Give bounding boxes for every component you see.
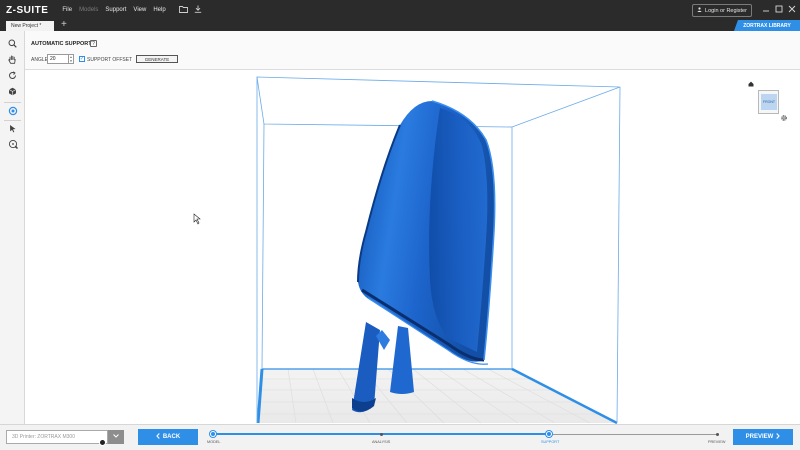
tab-new-project[interactable]: New Project * xyxy=(6,21,54,31)
step-model-label[interactable]: MODEL xyxy=(207,440,221,444)
open-folder-icon[interactable] xyxy=(178,5,188,15)
toolbar-divider xyxy=(4,102,21,103)
download-icon[interactable] xyxy=(194,5,202,15)
menu-bar: Z-SUITE File Models Support View Help Lo… xyxy=(0,0,800,20)
home-icon[interactable] xyxy=(748,81,754,89)
angle-label: ANGLE xyxy=(31,57,48,63)
angle-input[interactable] xyxy=(47,54,69,64)
back-button[interactable]: BACK xyxy=(138,429,198,445)
panel-title: AUTOMATIC SUPPORT xyxy=(31,41,92,47)
mouse-cursor xyxy=(193,213,201,225)
support-tool[interactable] xyxy=(4,105,21,119)
printer-select[interactable]: 3D Printer: ZORTRAX M300 xyxy=(6,430,108,444)
add-support-tool[interactable] xyxy=(4,138,21,152)
menu-support[interactable]: Support xyxy=(105,7,126,13)
app-logo: Z-SUITE xyxy=(6,4,49,16)
select-tool[interactable] xyxy=(4,122,21,136)
step-model-dot[interactable] xyxy=(210,431,216,437)
menu-file[interactable]: File xyxy=(62,7,72,13)
cube-icon xyxy=(8,87,17,98)
toolbar-divider xyxy=(4,120,21,121)
step-analysis-label[interactable]: ANALYSIS xyxy=(372,440,390,444)
support-offset-label: SUPPORT OFFSET xyxy=(87,57,133,63)
preview-label: PREVIEW xyxy=(745,434,774,440)
model-shell xyxy=(357,100,496,365)
view-cube-settings-icon[interactable] xyxy=(781,115,787,123)
tab-bar: New Project * + ZORTRAX LIBRARY xyxy=(0,19,800,31)
chevron-down-icon[interactable]: ▼ xyxy=(70,59,73,63)
view-cube[interactable]: FRONT xyxy=(758,90,779,114)
help-icon[interactable]: ? xyxy=(90,40,97,47)
login-button[interactable]: Login or Register xyxy=(692,4,752,17)
angle-stepper[interactable]: ▲ ▼ xyxy=(69,54,74,64)
support-options-panel: AUTOMATIC SUPPORT ? ANGLE ▲ ▼ ✓ SUPPORT … xyxy=(25,31,800,70)
step-support-label[interactable]: SUPPORT xyxy=(541,440,559,444)
login-label: Login or Register xyxy=(705,7,747,14)
step-analysis-dot[interactable] xyxy=(380,433,383,436)
build-plate xyxy=(256,367,618,424)
add-tab-icon[interactable]: + xyxy=(61,19,67,30)
close-icon[interactable] xyxy=(788,5,796,15)
step-preview-dot[interactable] xyxy=(716,433,719,436)
magnifier-icon xyxy=(8,39,17,50)
pan-tool[interactable] xyxy=(4,53,21,67)
menu-models[interactable]: Models xyxy=(79,7,98,13)
chevron-down-icon xyxy=(113,434,119,440)
hand-icon xyxy=(8,55,17,66)
scene-canvas[interactable] xyxy=(25,71,800,424)
support-offset-checkbox[interactable]: ✓ xyxy=(79,56,85,62)
add-point-icon xyxy=(8,139,18,151)
checkmark-icon: ✓ xyxy=(79,56,85,62)
printer-dropdown-button[interactable] xyxy=(108,430,124,444)
maximize-icon[interactable] xyxy=(775,5,783,15)
zoom-tool[interactable] xyxy=(4,37,21,51)
rotate-icon xyxy=(8,70,17,82)
support-icon xyxy=(8,106,18,118)
menu-view[interactable]: View xyxy=(133,7,146,13)
user-icon xyxy=(697,7,702,14)
menu-help[interactable]: Help xyxy=(153,7,165,13)
step-preview-label[interactable]: PREVIEW xyxy=(708,440,726,444)
view-tool[interactable] xyxy=(4,85,21,99)
minimize-icon[interactable] xyxy=(762,5,770,15)
bottom-bar: 3D Printer: ZORTRAX M300 BACK MODEL ANAL… xyxy=(0,424,800,450)
rotate-tool[interactable] xyxy=(4,69,21,83)
left-toolbar xyxy=(0,31,25,424)
view-cube-front[interactable]: FRONT xyxy=(761,94,777,110)
generate-button[interactable]: GENERATE xyxy=(136,55,178,63)
printer-status-icon xyxy=(99,439,106,446)
viewport-3d[interactable] xyxy=(25,71,800,424)
chevron-left-icon xyxy=(156,433,160,441)
step-support-dot[interactable] xyxy=(546,431,552,437)
preview-button[interactable]: PREVIEW xyxy=(733,429,793,445)
back-label: BACK xyxy=(162,434,181,440)
chevron-right-icon xyxy=(776,433,781,441)
workflow-progress-fill xyxy=(212,433,546,435)
zortrax-library-tab[interactable]: ZORTRAX LIBRARY xyxy=(734,20,800,31)
cursor-icon xyxy=(8,124,17,135)
